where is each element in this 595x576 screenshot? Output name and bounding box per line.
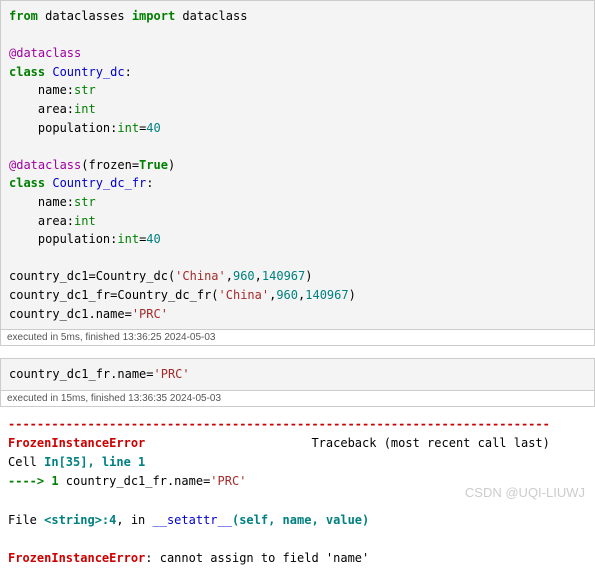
exec-info-1: executed in 5ms, finished 13:36:25 2024-…	[0, 330, 595, 346]
spacer	[145, 436, 311, 450]
kw-from: from	[9, 9, 38, 23]
field-pop: population:	[9, 121, 117, 135]
field-area-2: area:	[9, 214, 74, 228]
field-area: area:	[9, 102, 74, 116]
cell-gap	[0, 346, 595, 358]
notebook-container: from dataclasses import dataclass @datac…	[0, 0, 595, 506]
code-cell-1[interactable]: from dataclasses import dataclass @datac…	[0, 0, 595, 330]
code-cell-2[interactable]: country_dc1_fr.name='PRC'	[0, 358, 595, 391]
num-960-2: 960	[276, 288, 298, 302]
arrow-marker: ----> 1	[8, 474, 59, 488]
type-int-4: int	[117, 232, 139, 246]
close-2: )	[349, 288, 356, 302]
type-int-3: int	[74, 214, 96, 228]
class-name-1: Country_dc	[45, 65, 124, 79]
assign-1: country_dc1=Country_dc(	[9, 269, 175, 283]
error-output: ----------------------------------------…	[0, 407, 595, 576]
assign-2: country_dc1_fr=Country_dc_fr(	[9, 288, 219, 302]
num-140967-2: 140967	[305, 288, 348, 302]
kw-import: import	[132, 9, 175, 23]
decorator-2b: (frozen=	[81, 158, 139, 172]
str-china-2: 'China'	[219, 288, 270, 302]
cell-label: Cell	[8, 455, 44, 469]
str-prc-2: 'PRC'	[154, 367, 190, 381]
comma-1: ,	[226, 269, 233, 283]
exec-info-2: executed in 15ms, finished 13:36:35 2024…	[0, 391, 595, 407]
close-1: )	[305, 269, 312, 283]
error-name-1: FrozenInstanceError	[8, 436, 145, 450]
class-name-2: Country_dc_fr	[45, 176, 146, 190]
num-960-1: 960	[233, 269, 255, 283]
colon: :	[125, 65, 132, 79]
num-40-2: 40	[146, 232, 160, 246]
traceback-divider: ----------------------------------------…	[8, 415, 587, 434]
kw-class-2: class	[9, 176, 45, 190]
assign-fr: country_dc1_fr.name=	[9, 367, 154, 381]
kw-class-1: class	[9, 65, 45, 79]
file-loc: <string>:4	[44, 513, 116, 527]
decorator-2c: )	[168, 158, 175, 172]
file-in: , in	[116, 513, 152, 527]
str-prc-3: 'PRC'	[210, 474, 246, 488]
type-int-2: int	[117, 121, 139, 135]
num-140967-1: 140967	[262, 269, 305, 283]
file-pre: File	[8, 513, 44, 527]
comma-2: ,	[255, 269, 262, 283]
error-message: : cannot assign to field 'name'	[145, 551, 369, 565]
colon-2: :	[146, 176, 153, 190]
traceback-label: Traceback (most recent call last)	[311, 436, 549, 450]
dunder-setattr: __setattr__	[153, 513, 232, 527]
bool-true: True	[139, 158, 168, 172]
field-name-2: name:	[9, 195, 74, 209]
str-china-1: 'China'	[175, 269, 226, 283]
assign-3: country_dc1.name=	[9, 307, 132, 321]
in-number: In[35], line 1	[44, 455, 145, 469]
decorator-1: @dataclass	[9, 46, 81, 60]
str-prc-1: 'PRC'	[132, 307, 168, 321]
import-name: dataclass	[175, 9, 247, 23]
error-name-2: FrozenInstanceError	[8, 551, 145, 565]
field-name: name:	[9, 83, 74, 97]
module-name: dataclasses	[38, 9, 132, 23]
err-line-body: country_dc1_fr.name=	[59, 474, 211, 488]
field-pop-2: population:	[9, 232, 117, 246]
type-str-2: str	[74, 195, 96, 209]
num-40: 40	[146, 121, 160, 135]
signature: (self, name, value)	[232, 513, 369, 527]
decorator-2a: @dataclass	[9, 158, 81, 172]
type-int: int	[74, 102, 96, 116]
type-str: str	[74, 83, 96, 97]
